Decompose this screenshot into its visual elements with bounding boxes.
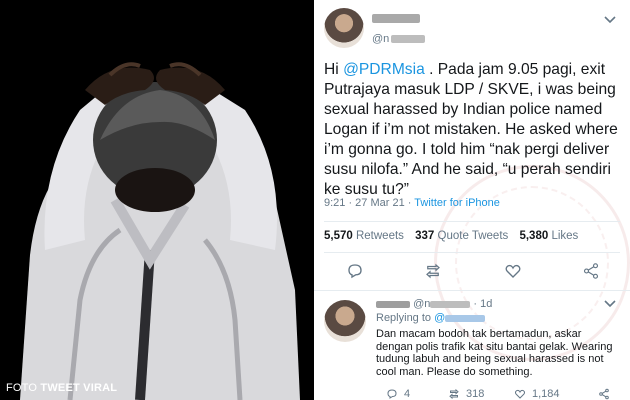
photo-credit: FOTO TWEET VIRAL xyxy=(6,382,117,394)
retweets-label: Retweets xyxy=(355,230,404,242)
reply-retweet-action[interactable]: 318 xyxy=(448,388,484,400)
tweet-body-prefix: Hi xyxy=(324,61,344,78)
quotes-count: 337 xyxy=(415,230,435,242)
reply-age: · 1d xyxy=(473,298,493,310)
retweets-stat[interactable]: 5,570 Retweets xyxy=(324,230,404,242)
reply-handle-prefix: @n xyxy=(413,298,431,310)
chevron-down-icon[interactable] xyxy=(604,16,616,24)
tweet-actions xyxy=(314,258,630,284)
divider xyxy=(324,252,620,253)
author-handle-prefix: @n xyxy=(372,33,390,45)
reply-actions: 4 318 1,184 xyxy=(376,388,626,400)
quotes-label: Quote Tweets xyxy=(437,230,509,242)
tweet-time[interactable]: 9:21 · 27 Mar 21 · xyxy=(324,197,414,209)
reply-like-action[interactable]: 1,184 xyxy=(514,388,560,400)
photo-panel: FOTO TWEET VIRAL xyxy=(0,0,314,400)
redacted-name xyxy=(376,300,410,308)
reply-avatar[interactable] xyxy=(324,300,366,342)
retweet-icon[interactable] xyxy=(424,262,442,280)
reply-body: Dan macam bodoh tak bertamadun, askar de… xyxy=(376,328,613,379)
tweet-source[interactable]: Twitter for iPhone xyxy=(414,197,500,209)
likes-stat[interactable]: 5,380 Likes xyxy=(519,230,578,242)
author-handle[interactable]: @n xyxy=(372,33,426,45)
photo-credit-label: FOTO xyxy=(6,382,38,394)
replying-mention[interactable]: @ xyxy=(434,312,486,324)
retweet-icon xyxy=(449,388,459,400)
tweet-body-text: . Pada jam 9.05 pagi, exit Putrajaya mas… xyxy=(324,61,618,198)
like-icon xyxy=(514,389,526,399)
replying-to: Replying to @ xyxy=(376,312,486,324)
share-icon[interactable] xyxy=(582,262,600,280)
distressed-person-photo xyxy=(0,0,314,400)
likes-label: Likes xyxy=(551,230,579,242)
redacted-handle xyxy=(445,314,486,322)
divider xyxy=(314,290,630,291)
reply-share-action[interactable] xyxy=(598,388,610,400)
reply-icon[interactable] xyxy=(346,262,364,280)
avatar[interactable] xyxy=(324,8,364,48)
redacted-name xyxy=(372,14,420,24)
photo-credit-source: TWEET VIRAL xyxy=(40,382,118,394)
tweet-stats: 5,570 Retweets 337 Quote Tweets 5,380 Li… xyxy=(324,230,578,242)
tweet-body: Hi @PDRMsia . Pada jam 9.05 pagi, exit P… xyxy=(324,60,624,200)
reply-reply-action[interactable]: 4 xyxy=(386,388,410,400)
retweets-count: 5,570 xyxy=(324,230,353,242)
chevron-down-icon[interactable] xyxy=(604,300,616,308)
like-icon[interactable] xyxy=(504,262,522,280)
reply-count: 4 xyxy=(404,388,411,400)
tweet-meta: 9:21 · 27 Mar 21 · Twitter for iPhone xyxy=(324,197,500,209)
divider xyxy=(324,221,620,222)
redacted-handle xyxy=(430,300,471,308)
reply-author[interactable]: @n · 1d xyxy=(376,298,492,310)
mention-link[interactable]: @PDRMsia xyxy=(343,61,425,78)
tweet-screenshot: @n Hi @PDRMsia . Pada jam 9.05 pagi, exi… xyxy=(314,0,630,400)
reply-icon xyxy=(387,389,397,399)
likes-count: 5,380 xyxy=(519,230,549,242)
reply-like-count: 1,184 xyxy=(532,388,560,400)
reply-retweet-count: 318 xyxy=(466,388,485,400)
share-icon xyxy=(599,388,609,400)
replying-prefix: @ xyxy=(434,312,446,324)
quotes-stat[interactable]: 337 Quote Tweets xyxy=(415,230,508,242)
replying-label: Replying to xyxy=(376,312,435,324)
author-name[interactable] xyxy=(372,10,420,28)
redacted-handle xyxy=(391,35,426,44)
